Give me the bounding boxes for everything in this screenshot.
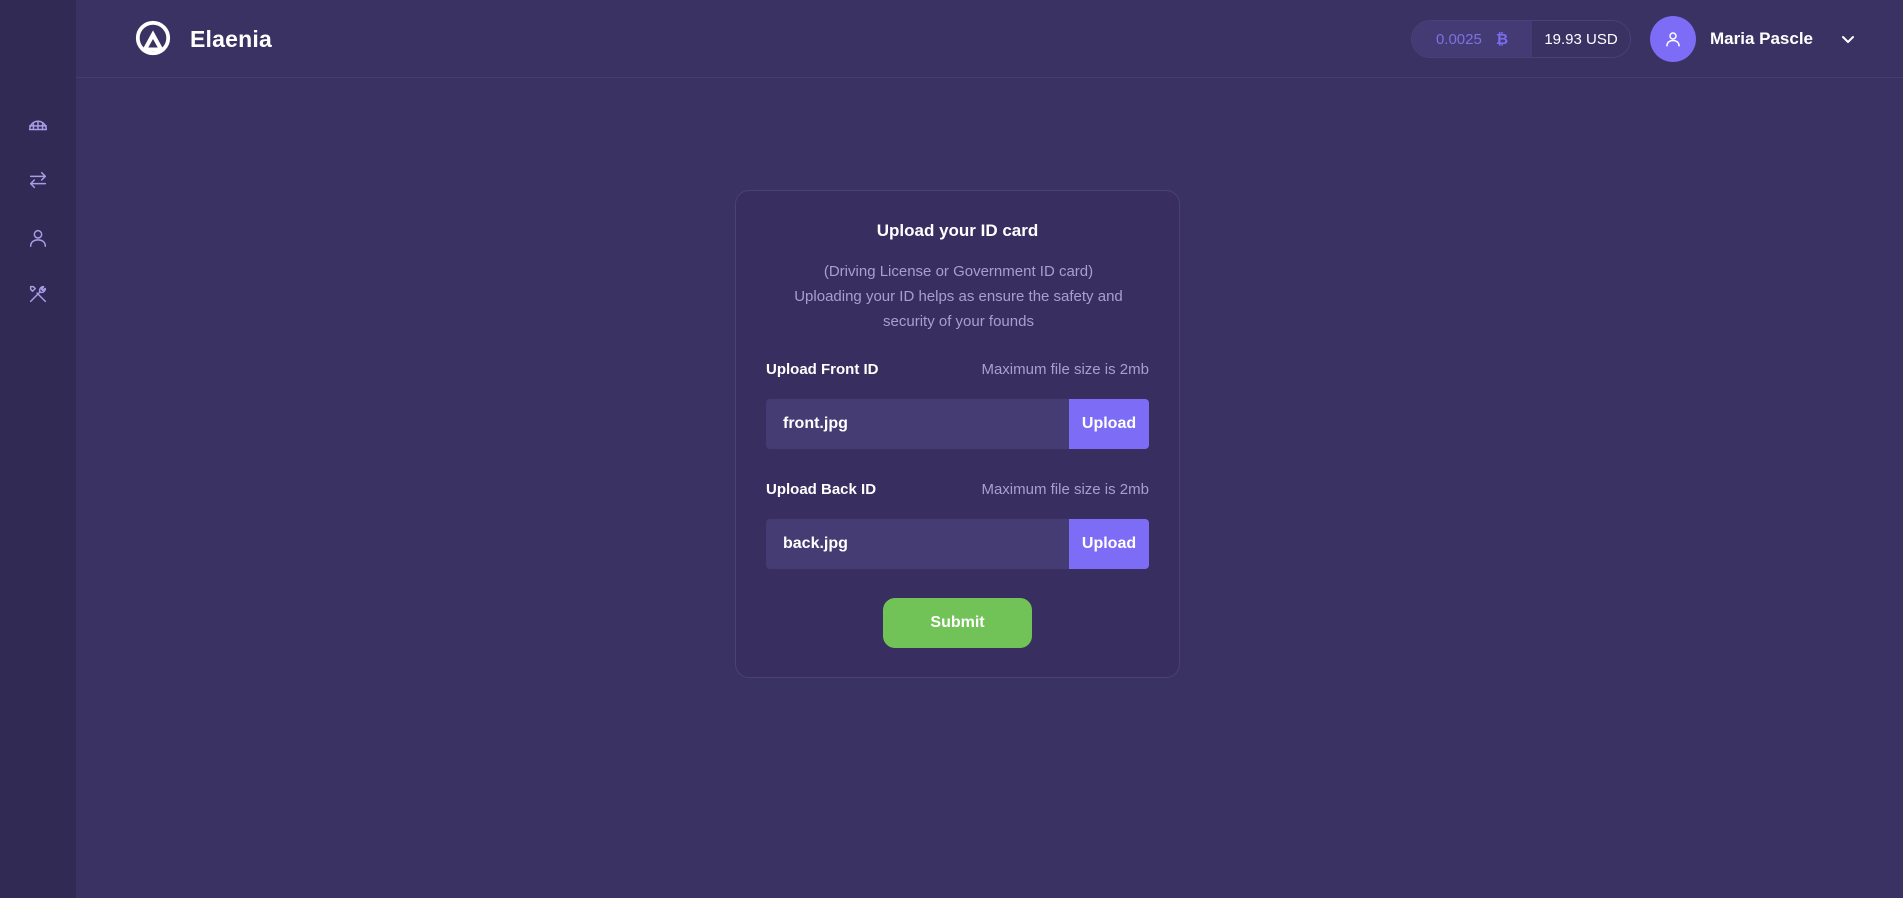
card-title: Upload your ID card	[876, 221, 1039, 240]
brand-logo-icon[interactable]	[134, 19, 172, 57]
back-id-label: Upload Back ID	[766, 481, 877, 498]
back-id-file-field[interactable]	[766, 519, 1069, 569]
back-id-upload-row: Upload	[766, 519, 1149, 569]
front-id-file-field[interactable]	[766, 399, 1069, 449]
card-description: (Driving License or Government ID card) …	[776, 259, 1141, 334]
brand-name[interactable]: Elaenia	[190, 26, 272, 53]
crypto-balance: 0.0025 ₿	[1412, 21, 1532, 57]
user-icon[interactable]	[24, 224, 52, 252]
exchange-icon[interactable]	[24, 166, 52, 194]
balance-widget[interactable]: 0.0025 ₿ 19.93 USD	[1411, 20, 1631, 58]
upload-id-card: Upload your ID card (Driving License or …	[735, 190, 1180, 678]
tools-icon[interactable]	[24, 280, 52, 308]
card-description-line2: Uploading your ID helps as ensure the sa…	[794, 288, 1123, 330]
back-id-upload-button[interactable]: Upload	[1069, 519, 1149, 569]
avatar[interactable]	[1650, 16, 1696, 62]
front-id-label: Upload Front ID	[766, 361, 879, 378]
dashboard-icon[interactable]	[24, 110, 52, 138]
card-description-line1: (Driving License or Government ID card)	[823, 263, 1094, 280]
sidebar	[0, 0, 76, 898]
bitcoin-icon: ₿	[1495, 30, 1509, 48]
front-id-hint: Maximum file size is 2mb	[981, 361, 1149, 378]
app-root: Elaenia 0.0025 ₿ 19.93 USD Maria Pascle …	[0, 0, 1903, 898]
user-name[interactable]: Maria Pascle	[1710, 29, 1813, 49]
front-id-upload-row: Upload	[766, 399, 1149, 449]
crypto-balance-value: 0.0025	[1435, 30, 1482, 48]
back-id-hint: Maximum file size is 2mb	[981, 481, 1149, 498]
chevron-down-icon[interactable]	[1838, 29, 1858, 49]
front-id-upload-button[interactable]: Upload	[1069, 399, 1149, 449]
top-header: Elaenia 0.0025 ₿ 19.93 USD Maria Pascle	[76, 0, 1903, 78]
submit-button[interactable]: Submit	[883, 598, 1032, 648]
usd-balance: 19.93 USD	[1532, 21, 1630, 57]
